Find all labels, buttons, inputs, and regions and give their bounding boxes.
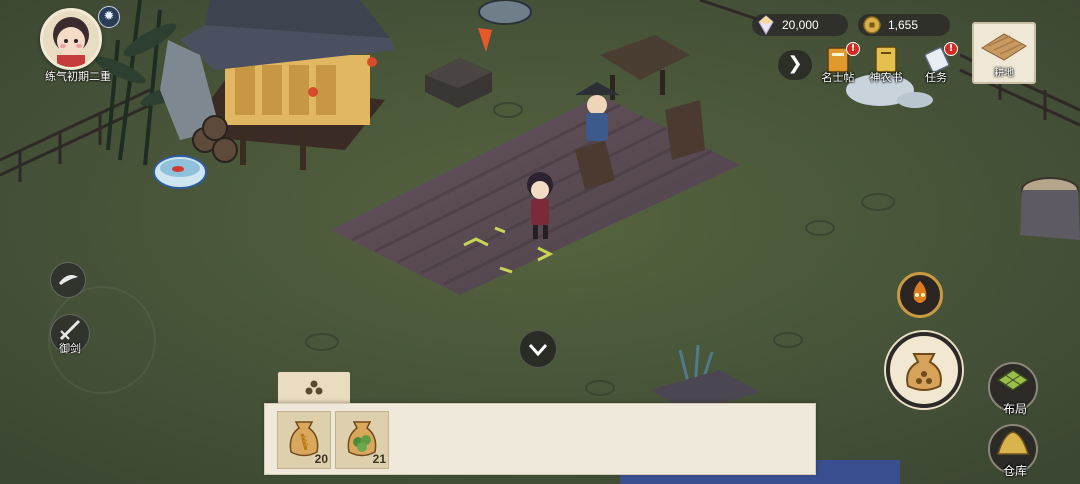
seed-slot[interactable]: 21 — [335, 411, 389, 469]
collapse-panel-button[interactable] — [519, 330, 557, 368]
sword-flight-label: 御剑 — [59, 342, 81, 355]
alert-badge: ! — [846, 42, 860, 56]
spirit-crystal-icon — [758, 15, 774, 35]
girl-portrait-icon — [53, 17, 89, 67]
sun-icon[interactable]: ✹ — [98, 6, 120, 28]
feather-icon — [59, 275, 78, 285]
coin-amount: 1,655 — [888, 18, 919, 32]
hay-pile-icon — [996, 431, 1030, 455]
jade-amount: 20,000 — [782, 18, 819, 32]
seed-inventory-panel: 20 21 — [264, 403, 816, 475]
layout-label: 布局 — [1002, 402, 1027, 416]
seed-count: 21 — [372, 452, 386, 466]
skill-button[interactable] — [897, 272, 943, 318]
shennongshu-label: 神农书 — [869, 71, 903, 84]
fish-bowl[interactable] — [153, 155, 207, 189]
seed-category-tab[interactable] — [278, 372, 350, 406]
farmland-button[interactable]: 耕地 — [972, 22, 1036, 84]
layout-grid-icon — [996, 369, 1030, 391]
coin-currency: 1,655 — [858, 14, 950, 36]
seed-bag-icon — [906, 353, 942, 391]
feather-button[interactable] — [50, 262, 86, 298]
copper-coin-icon — [863, 16, 881, 34]
shennongshu-button[interactable]: 神农书 — [862, 44, 910, 88]
seeds-icon — [305, 380, 323, 395]
layout-button[interactable]: 布局 — [988, 362, 1038, 416]
tree-stump — [1020, 177, 1080, 240]
chevron-down-icon — [528, 344, 548, 357]
player-avatar[interactable] — [40, 8, 102, 70]
collapse-menu-button[interactable]: ❯ — [778, 50, 812, 80]
water-well[interactable] — [478, 0, 532, 25]
flame-beast-icon — [913, 281, 927, 303]
seed-count: 20 — [314, 452, 328, 466]
plant-seed-button[interactable] — [886, 332, 962, 408]
quest-label: 任务 — [925, 71, 947, 84]
farmland-label: 耕地 — [994, 68, 1014, 79]
warehouse-button[interactable]: 仓库 — [988, 424, 1038, 478]
chevron-right-icon: ❯ — [787, 53, 803, 74]
alert-badge: ! — [944, 42, 958, 56]
seed-slot[interactable]: 20 — [277, 411, 331, 469]
jade-currency: 20,000 — [752, 14, 848, 36]
quest-button[interactable]: ! 任务 — [912, 42, 960, 88]
cultivation-realm-label: 练气初期二重 — [45, 70, 111, 83]
mingshitie-button[interactable]: ! 名士帖 — [814, 42, 862, 88]
warehouse-label: 仓库 — [1002, 464, 1027, 478]
